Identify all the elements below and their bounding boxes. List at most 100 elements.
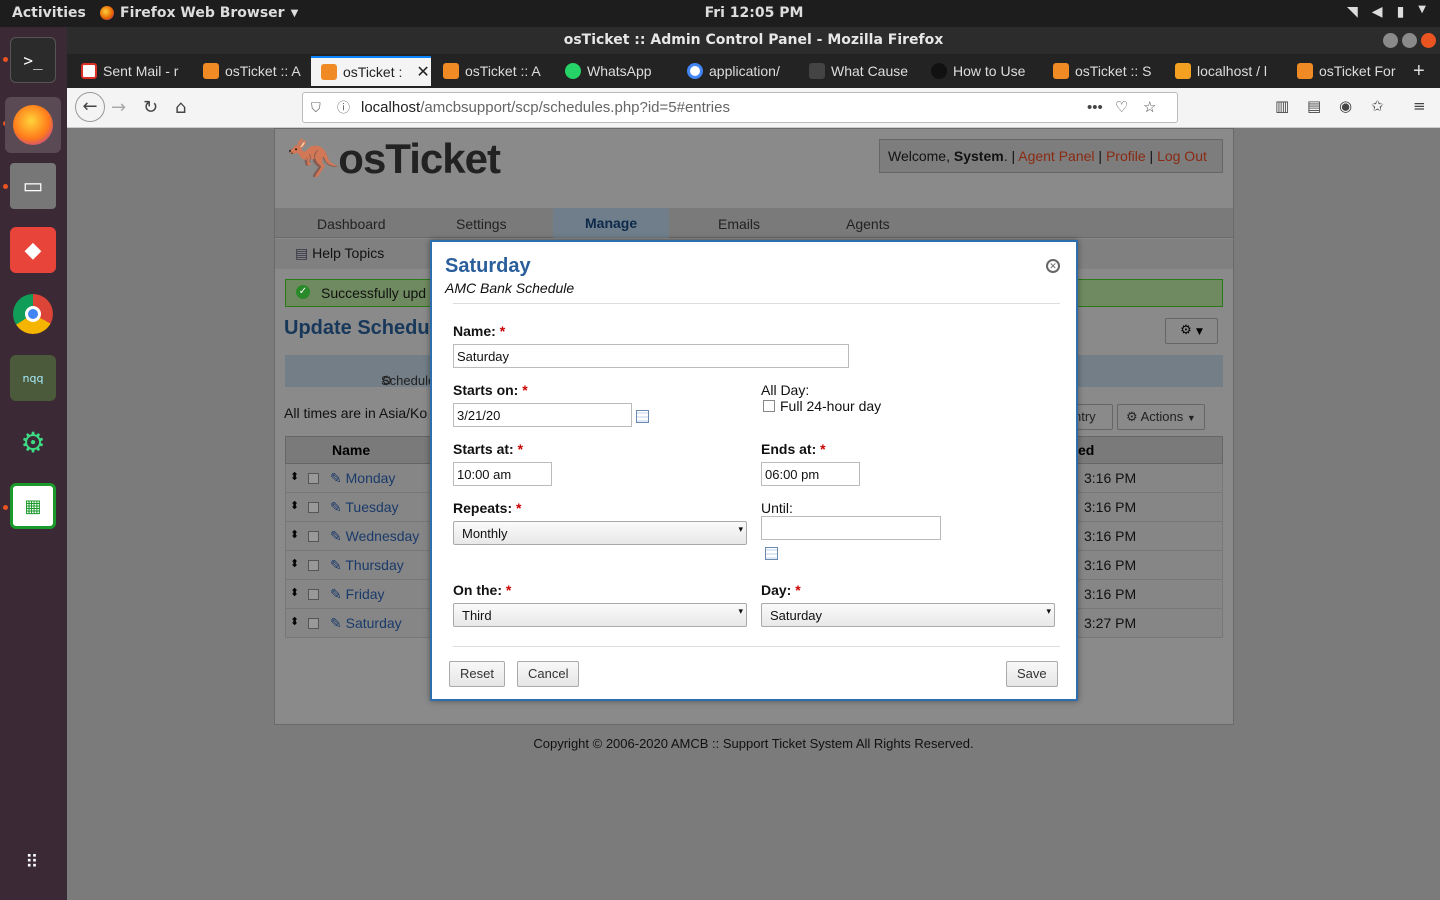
tab-osticket[interactable]: osTicket :: A <box>193 56 305 86</box>
starts-at-time-input[interactable]: 10:00 am <box>453 462 552 486</box>
close-tab-icon[interactable]: ✕ <box>416 62 429 82</box>
dock: >_ ▭ ◆ nqq ⚙ ▦ ⠿ <box>0 27 67 900</box>
name-input[interactable]: Saturday <box>453 344 849 368</box>
system-tray[interactable]: ◥ ◀ ▮ ▼ <box>1347 4 1426 20</box>
files-icon[interactable]: ▭ <box>10 163 56 209</box>
clock[interactable]: Fri 12:05 PM <box>0 5 1440 21</box>
show-apps-icon[interactable]: ⠿ <box>10 839 56 885</box>
full-day-label: Full 24-hour day <box>780 398 882 414</box>
subnav-help-topics[interactable]: Help Topics <box>312 245 384 261</box>
anydesk-icon[interactable]: ◆ <box>10 227 56 273</box>
new-tab-button[interactable]: + <box>1403 56 1439 86</box>
sort-handle-icon[interactable]: ⬍ <box>290 528 299 541</box>
tab-osticket-active[interactable]: osTicket : ✕ <box>311 56 431 86</box>
tab-label: localhost / l <box>1197 63 1268 79</box>
full-day-checkbox[interactable] <box>763 400 775 412</box>
site-icon <box>809 63 825 79</box>
entry-link[interactable]: ✎ Monday <box>330 470 395 487</box>
logout-link[interactable]: Log Out <box>1157 148 1207 164</box>
entry-link[interactable]: ✎ Tuesday <box>330 499 399 516</box>
sort-handle-icon[interactable]: ⬍ <box>290 499 299 512</box>
entry-link[interactable]: ✎ Saturday <box>330 615 402 632</box>
sort-handle-icon[interactable]: ⬍ <box>290 615 299 628</box>
calendar-icon[interactable] <box>765 547 778 560</box>
row-checkbox[interactable] <box>308 502 319 513</box>
bookmark-star-icon[interactable]: ☆ <box>1143 93 1156 122</box>
firefox-dock-icon[interactable] <box>5 97 61 153</box>
tab-osticket[interactable]: osTicket :: A <box>433 56 545 86</box>
tab-phpmyadmin[interactable]: localhost / l <box>1165 56 1277 86</box>
reload-icon[interactable]: ↻ <box>143 97 158 118</box>
tab-whatsapp[interactable]: WhatsApp <box>555 56 667 86</box>
actions-button[interactable]: ⚙ Actions ▼ <box>1117 404 1205 430</box>
sidebar-icon[interactable]: ▤ <box>1307 97 1321 115</box>
info-icon[interactable]: ⓘ <box>337 93 350 122</box>
row-checkbox[interactable] <box>308 473 319 484</box>
logo-text: osTicket <box>338 135 501 182</box>
pocket-icon[interactable]: ♡ <box>1115 93 1128 122</box>
home-icon[interactable]: ⌂ <box>175 97 186 118</box>
tab-settings[interactable]: Settings <box>456 216 507 232</box>
ends-at-time-input[interactable]: 06:00 pm <box>761 462 860 486</box>
entry-link[interactable]: ✎ Wednesday <box>330 528 419 545</box>
starts-on-date-input[interactable]: 3/21/20 <box>453 403 632 427</box>
close-icon[interactable] <box>1421 33 1436 48</box>
back-icon[interactable]: ← <box>75 92 105 122</box>
url-bar[interactable]: ⛉ ⓘ localhost/amcbsupport/scp/schedules.… <box>302 92 1178 123</box>
tab-agents[interactable]: Agents <box>846 216 890 232</box>
row-checkbox[interactable] <box>308 531 319 542</box>
osticket-logo[interactable]: 🦘osTicket <box>287 135 501 184</box>
until-date-input[interactable] <box>761 516 941 540</box>
save-button[interactable]: Save <box>1006 661 1058 687</box>
tab-label: WhatsApp <box>587 63 652 79</box>
extension-icon[interactable]: ✩ <box>1371 97 1384 115</box>
tab-sent-mail[interactable]: Sent Mail - r <box>71 56 181 86</box>
cancel-button[interactable]: Cancel <box>517 661 580 687</box>
tab-label: osTicket :: S <box>1075 63 1152 79</box>
close-icon[interactable]: ✕ <box>1046 259 1060 273</box>
row-checkbox[interactable] <box>308 589 319 600</box>
reset-button[interactable]: Reset <box>449 661 505 687</box>
android-studio-icon[interactable]: ⚙ <box>10 419 56 465</box>
tab-manage[interactable]: Manage <box>553 208 670 238</box>
tab-label: osTicket :: A <box>225 63 301 79</box>
ends-at-label: Ends at: * <box>761 441 826 457</box>
sort-handle-icon[interactable]: ⬍ <box>290 470 299 483</box>
minimize-icon[interactable] <box>1383 33 1398 48</box>
forward-icon[interactable]: → <box>111 97 126 118</box>
sort-handle-icon[interactable]: ⬍ <box>290 586 299 599</box>
tab-osticket[interactable]: osTicket :: S <box>1043 56 1155 86</box>
entry-link[interactable]: ✎ Thursday <box>330 557 404 574</box>
tab-what-cause[interactable]: What Cause <box>799 56 911 86</box>
repeats-select[interactable]: Monthly ▾ <box>453 521 747 545</box>
terminal-icon[interactable]: >_ <box>10 37 56 83</box>
hamburger-menu-icon[interactable]: ≡ <box>1413 97 1426 115</box>
on-the-select[interactable]: Third ▾ <box>453 603 747 627</box>
maximize-icon[interactable] <box>1402 33 1417 48</box>
entry-link[interactable]: ✎ Friday <box>330 586 385 603</box>
col-name[interactable]: Name <box>332 442 370 458</box>
tab-how-to-use[interactable]: How to Use <box>921 56 1033 86</box>
col-updated[interactable]: ed <box>1078 442 1094 458</box>
day-label-text: Day: <box>761 582 792 598</box>
day-select[interactable]: Saturday ▾ <box>761 603 1055 627</box>
tab-osticket-forum[interactable]: osTicket For <box>1287 56 1399 86</box>
spreadsheet-icon[interactable]: ▦ <box>10 483 56 529</box>
page-actions-icon[interactable]: ••• <box>1087 93 1103 122</box>
settings-dropdown-button[interactable]: ⚙ ▼ <box>1165 318 1218 344</box>
library-icon[interactable]: ▥ <box>1275 97 1289 115</box>
shield-icon[interactable]: ⛉ <box>311 93 321 122</box>
row-checkbox[interactable] <box>308 618 319 629</box>
nqq-icon[interactable]: nqq <box>10 355 56 401</box>
row-checkbox[interactable] <box>308 560 319 571</box>
account-icon[interactable]: ◉ <box>1339 97 1352 115</box>
agent-panel-link[interactable]: Agent Panel <box>1018 148 1094 164</box>
chrome-icon[interactable] <box>10 291 56 337</box>
calendar-icon[interactable] <box>636 410 649 423</box>
sort-handle-icon[interactable]: ⬍ <box>290 557 299 570</box>
tab-google[interactable]: application/ <box>677 56 789 86</box>
tab-emails[interactable]: Emails <box>718 216 760 232</box>
profile-link[interactable]: Profile <box>1106 148 1146 164</box>
tab-dashboard[interactable]: Dashboard <box>317 216 386 232</box>
entry-updated: 3:27 PM <box>1084 615 1137 631</box>
